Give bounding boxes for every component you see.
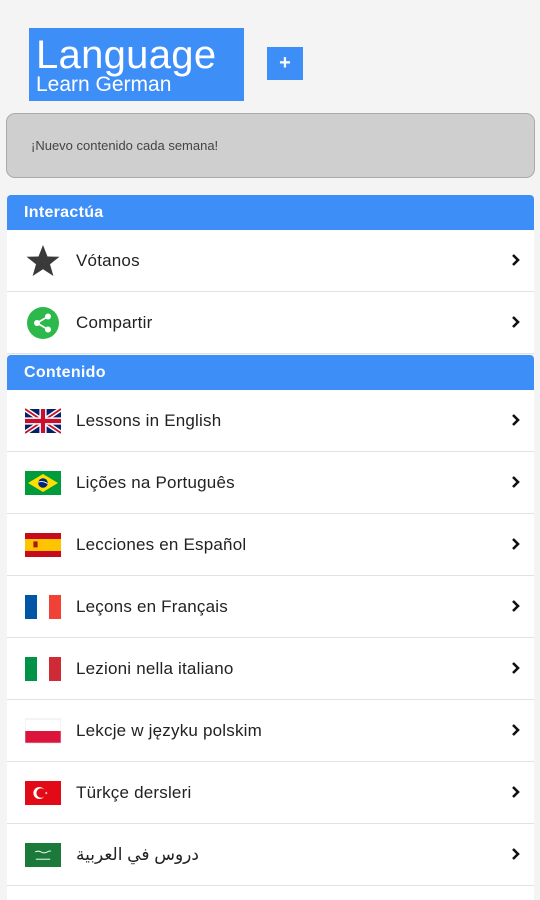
chevron-right-icon bbox=[512, 786, 520, 798]
list-item-label: Lecciones en Español bbox=[76, 534, 247, 554]
brazil-flag-icon bbox=[25, 465, 61, 501]
list-item-arabic[interactable]: دروس في العربية bbox=[7, 824, 534, 886]
app-subtitle: Learn German bbox=[36, 73, 172, 96]
chevron-right-icon bbox=[512, 538, 520, 550]
poland-flag-icon bbox=[25, 713, 61, 749]
app-header: Language Learn German + bbox=[0, 0, 540, 110]
list-item-turkish[interactable]: Türkçe dersleri bbox=[7, 762, 534, 824]
list-item-polish[interactable]: Lekcje w języku polskim bbox=[7, 700, 534, 762]
add-button[interactable]: + bbox=[267, 47, 303, 80]
chevron-right-icon bbox=[512, 662, 520, 674]
chevron-right-icon bbox=[512, 476, 520, 488]
uk-flag-icon bbox=[25, 403, 61, 439]
list-item-label: Compartir bbox=[76, 312, 153, 332]
app-logo: Language Learn German bbox=[29, 28, 244, 101]
list-item-label: Lições na Português bbox=[76, 472, 235, 492]
promo-banner[interactable]: ¡Nuevo contenido cada semana! bbox=[6, 113, 535, 178]
content-section: Contenido Lessons in English Lições na P… bbox=[7, 355, 534, 900]
list-item-label: Lekcje w języku polskim bbox=[76, 720, 262, 740]
list-item-label: دروس في العربية bbox=[76, 844, 199, 864]
italy-flag-icon bbox=[25, 651, 61, 687]
chevron-right-icon bbox=[512, 848, 520, 860]
list-item-spanish[interactable]: Lecciones en Español bbox=[7, 514, 534, 576]
list-item-rate[interactable]: Vótanos bbox=[7, 230, 534, 292]
interact-section: Interactúa Vótanos Compartir bbox=[7, 195, 534, 354]
list-item-portuguese[interactable]: Lições na Português bbox=[7, 452, 534, 514]
app-title: Language bbox=[36, 33, 217, 77]
chevron-right-icon bbox=[512, 414, 520, 426]
chevron-right-icon bbox=[512, 724, 520, 736]
turkey-flag-icon bbox=[25, 775, 61, 811]
section-heading-interact: Interactúa bbox=[7, 195, 534, 230]
france-flag-icon bbox=[25, 589, 61, 625]
list-item-english[interactable]: Lessons in English bbox=[7, 390, 534, 452]
list-item-label: Leçons en Français bbox=[76, 596, 228, 616]
section-heading-content: Contenido bbox=[7, 355, 534, 390]
chevron-right-icon bbox=[512, 316, 520, 328]
list-item-label: Vótanos bbox=[76, 250, 140, 270]
share-icon bbox=[25, 305, 61, 341]
spain-flag-icon bbox=[25, 527, 61, 563]
list-item-italian[interactable]: Lezioni nella italiano bbox=[7, 638, 534, 700]
list-item-label: Lezioni nella italiano bbox=[76, 658, 234, 678]
list-item-label: Lessons in English bbox=[76, 410, 222, 430]
banner-text: ¡Nuevo contenido cada semana! bbox=[31, 138, 219, 153]
chevron-right-icon bbox=[512, 600, 520, 612]
list-item-share[interactable]: Compartir bbox=[7, 292, 534, 354]
saudi-flag-icon bbox=[25, 837, 61, 873]
list-item-partial[interactable] bbox=[7, 886, 534, 900]
chevron-right-icon bbox=[512, 254, 520, 266]
list-item-french[interactable]: Leçons en Français bbox=[7, 576, 534, 638]
star-icon bbox=[25, 243, 61, 279]
list-item-label: Türkçe dersleri bbox=[76, 782, 192, 802]
